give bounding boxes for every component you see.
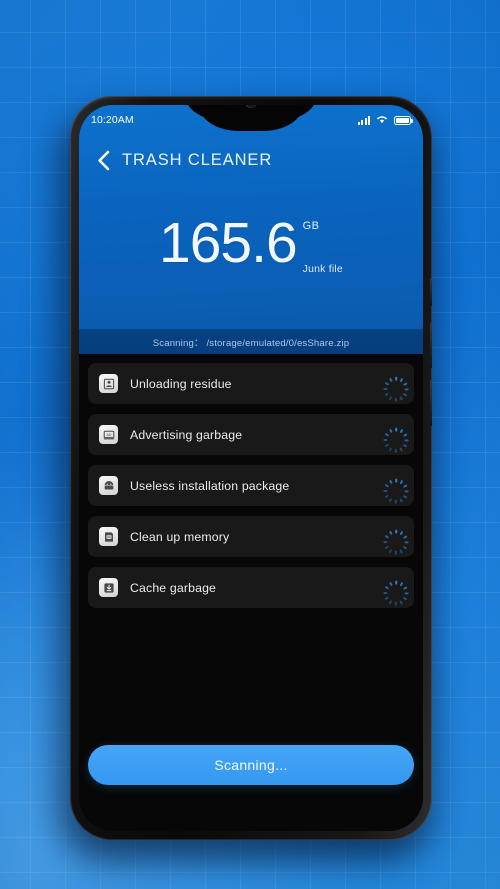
wifi-icon (376, 114, 388, 127)
loading-spinner-icon (383, 580, 409, 606)
memory-chip-icon (99, 527, 118, 546)
task-label: Unloading residue (130, 376, 232, 391)
junk-size-value: 165.6 (159, 211, 298, 275)
page-title: TRASH CLEANER (122, 150, 273, 169)
scanning-path-bar: Scanning： /storage/emulated/0/esShare.zi… (79, 329, 423, 354)
junk-size-summary: 165.6 GB Junk file (79, 211, 423, 275)
junk-size-caption: Junk file (302, 263, 343, 275)
loading-spinner-icon (383, 427, 409, 453)
status-bar-icons (358, 112, 413, 127)
phone-volume-down-button[interactable] (430, 380, 432, 426)
chevron-left-icon (97, 150, 109, 170)
phone-volume-up-button[interactable] (430, 322, 432, 368)
task-row-advertising-garbage[interactable]: AD Advertising garbage (88, 414, 414, 455)
junk-size-meta: GB Junk file (303, 217, 343, 275)
app-header: 10:20AM TRASH CLEANER 165.6 GB Junk file… (79, 105, 423, 354)
task-list-area: Unloading residue AD Advertising garbage… (79, 354, 423, 831)
android-package-icon (99, 476, 118, 495)
task-label: Clean up memory (130, 529, 230, 544)
svg-text:AD: AD (106, 432, 111, 436)
back-button[interactable] (90, 145, 116, 175)
signal-icon (358, 115, 370, 125)
scan-action-button[interactable]: Scanning... (88, 745, 414, 785)
phone-device-frame: 10:20AM TRASH CLEANER 165.6 GB Junk file… (70, 96, 432, 840)
scan-action-button-label: Scanning... (214, 757, 288, 773)
phone-screen: 10:20AM TRASH CLEANER 165.6 GB Junk file… (79, 105, 423, 831)
loading-spinner-icon (383, 529, 409, 555)
app-bar: TRASH CLEANER (79, 141, 423, 179)
cache-download-icon (99, 578, 118, 597)
ad-garbage-icon: AD (99, 425, 118, 444)
task-row-cache-garbage[interactable]: Cache garbage (88, 567, 414, 608)
status-bar-time: 10:20AM (91, 114, 134, 126)
status-bar: 10:20AM (79, 105, 423, 133)
phone-side-button-top[interactable] (430, 278, 432, 306)
task-row-useless-installation-package[interactable]: Useless installation package (88, 465, 414, 506)
loading-spinner-icon (383, 376, 409, 402)
uninstall-residue-icon (99, 374, 118, 393)
loading-spinner-icon (383, 478, 409, 504)
scene: 10:20AM TRASH CLEANER 165.6 GB Junk file… (0, 0, 500, 889)
task-label: Cache garbage (130, 580, 217, 595)
task-row-unloading-residue[interactable]: Unloading residue (88, 363, 414, 404)
battery-icon (394, 115, 413, 125)
task-row-clean-up-memory[interactable]: Clean up memory (88, 516, 414, 557)
task-label: Useless installation package (130, 478, 290, 493)
task-label: Advertising garbage (130, 427, 243, 442)
junk-size-unit: GB (302, 220, 320, 232)
scanning-path-text: Scanning： /storage/emulated/0/esShare.zi… (152, 337, 350, 349)
